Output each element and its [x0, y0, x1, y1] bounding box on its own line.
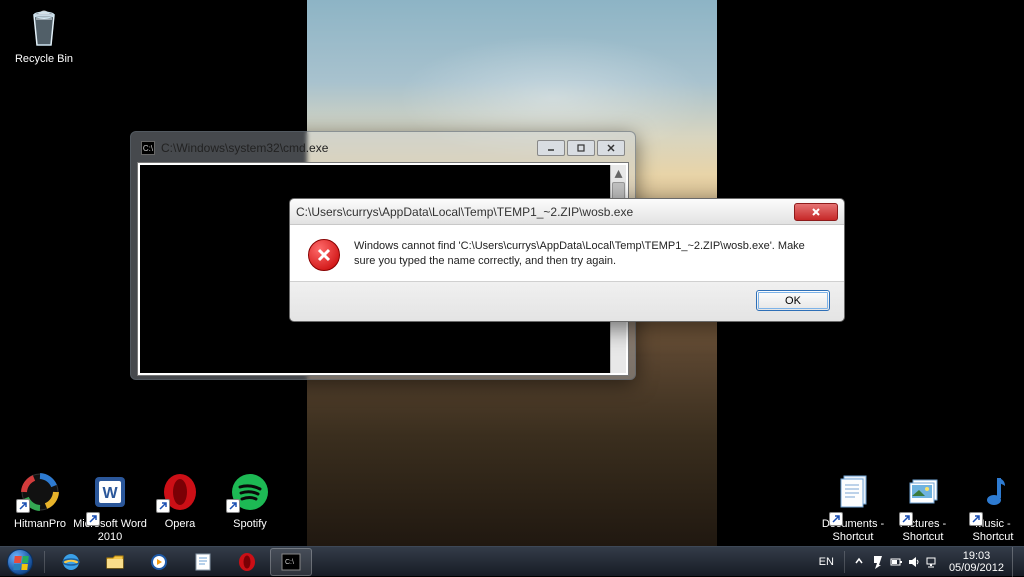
tray-power-icon[interactable] [887, 555, 905, 569]
windows-orb-icon [7, 549, 33, 575]
word-icon: W [86, 468, 134, 516]
error-icon [308, 239, 340, 271]
dialog-footer: OK [290, 281, 844, 321]
dialog-titlebar[interactable]: C:\Users\currys\AppData\Local\Temp\TEMP1… [290, 199, 844, 225]
recycle-bin-icon [20, 3, 68, 51]
taskbar-separator [44, 551, 45, 573]
taskbar: C:\ EN 19:03 05/09/2012 [0, 546, 1024, 576]
start-button[interactable] [0, 547, 40, 577]
desktop-icon-pictures[interactable]: Pictures - Shortcut [885, 468, 961, 544]
dialog-title: C:\Users\currys\AppData\Local\Temp\TEMP1… [296, 205, 633, 219]
desktop-icon-documents[interactable]: Documents - Shortcut [815, 468, 891, 544]
opera-icon [236, 552, 258, 572]
desktop-icon-label: Spotify [212, 518, 288, 531]
system-tray: EN 19:03 05/09/2012 [813, 547, 1024, 577]
svg-text:W: W [102, 485, 118, 502]
desktop-icon-label: Recycle Bin [6, 53, 82, 66]
ie-icon [60, 552, 82, 572]
pictures-shortcut-icon [899, 468, 947, 516]
desktop-icon-word[interactable]: W Microsoft Word 2010 [72, 468, 148, 544]
desktop-icon-label: HitmanPro [2, 518, 78, 531]
documents-shortcut-icon [829, 468, 877, 516]
desktop-icon-music[interactable]: Music - Shortcut [955, 468, 1024, 544]
explorer-icon [104, 552, 126, 572]
minimize-button[interactable] [537, 140, 565, 156]
tray-action-center-icon[interactable] [869, 555, 887, 569]
desktop-icon-recycle-bin[interactable]: Recycle Bin [6, 3, 82, 66]
shortcut-overlay-icon [829, 512, 843, 526]
taskbar-app-cmd[interactable]: C:\ [270, 548, 312, 576]
clock-date: 05/09/2012 [949, 562, 1004, 574]
music-shortcut-icon [969, 468, 1017, 516]
notepad-icon [192, 552, 214, 572]
shortcut-overlay-icon [16, 499, 30, 513]
cmd-icon: C:\ [280, 552, 302, 572]
taskbar-pin-opera[interactable] [226, 548, 268, 576]
taskbar-pin-mediaplayer[interactable] [138, 548, 180, 576]
shortcut-overlay-icon [156, 499, 170, 513]
cmd-titlebar[interactable]: C:\ C:\Windows\system32\cmd.exe [137, 138, 629, 158]
ok-button[interactable]: OK [756, 290, 830, 311]
desktop-icon-opera[interactable]: Opera [142, 468, 218, 531]
taskbar-pin-explorer[interactable] [94, 548, 136, 576]
close-button[interactable] [597, 140, 625, 156]
taskbar-pin-notepad[interactable] [182, 548, 224, 576]
language-indicator[interactable]: EN [813, 556, 840, 568]
shortcut-overlay-icon [86, 512, 100, 526]
svg-text:C:\: C:\ [285, 559, 294, 566]
show-desktop-button[interactable] [1012, 547, 1022, 577]
dialog-message: Windows cannot find 'C:\Users\currys\App… [354, 239, 826, 271]
desktop-icon-label: Opera [142, 518, 218, 531]
desktop-icon-label: Music - Shortcut [955, 518, 1024, 544]
tray-volume-icon[interactable] [905, 555, 923, 569]
desktop-icon-label: Documents - Shortcut [815, 518, 891, 544]
desktop-icon-hitmanpro[interactable]: HitmanPro [2, 468, 78, 531]
cmd-title: C:\Windows\system32\cmd.exe [161, 141, 328, 155]
desktop-icon-spotify[interactable]: Spotify [212, 468, 288, 531]
shortcut-overlay-icon [226, 499, 240, 513]
tray-network-icon[interactable] [923, 555, 941, 569]
shortcut-overlay-icon [969, 512, 983, 526]
tray-overflow-button[interactable] [849, 556, 869, 568]
dialog-close-button[interactable] [794, 203, 838, 221]
clock-time: 19:03 [949, 550, 1004, 562]
taskbar-clock[interactable]: 19:03 05/09/2012 [941, 550, 1012, 574]
scroll-up-icon[interactable]: ▴ [611, 165, 626, 181]
tray-separator [844, 551, 845, 573]
desktop-icon-label: Pictures - Shortcut [885, 518, 961, 544]
shortcut-overlay-icon [899, 512, 913, 526]
maximize-button[interactable] [567, 140, 595, 156]
error-dialog: C:\Users\currys\AppData\Local\Temp\TEMP1… [289, 198, 845, 322]
cmd-icon: C:\ [141, 141, 155, 155]
desktop-icon-label: Microsoft Word 2010 [72, 518, 148, 544]
mediaplayer-icon [148, 552, 170, 572]
dialog-body: Windows cannot find 'C:\Users\currys\App… [290, 225, 844, 281]
chevron-up-icon [855, 557, 863, 565]
taskbar-pin-ie[interactable] [50, 548, 92, 576]
